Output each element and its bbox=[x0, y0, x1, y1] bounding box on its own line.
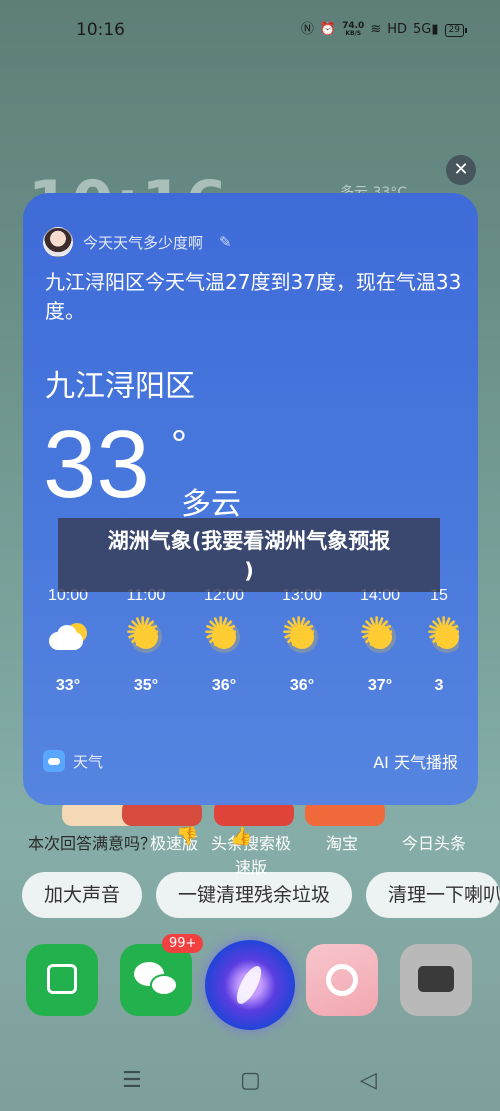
hour-item: 14:00 37° bbox=[341, 587, 419, 695]
weather-condition: 多云 bbox=[181, 487, 241, 522]
hour-temp: 33° bbox=[55, 677, 81, 694]
current-temperature: 33 bbox=[43, 411, 150, 518]
hour-temp: 37° bbox=[367, 677, 393, 694]
thumbs-down-icon[interactable]: 👎 bbox=[176, 826, 198, 847]
keyboard-icon[interactable] bbox=[400, 944, 472, 1016]
close-button[interactable]: ✕ bbox=[446, 155, 476, 185]
home-icon[interactable]: ▢ bbox=[240, 1068, 261, 1093]
hour-temp: 36° bbox=[211, 677, 237, 694]
thumbs-up-icon[interactable]: 👍 bbox=[230, 826, 252, 847]
hour-item: 11:00 35° bbox=[107, 587, 185, 695]
hour-temp: 35° bbox=[133, 677, 159, 694]
suggestion-chip[interactable]: 一键清理残余垃圾 bbox=[156, 872, 353, 918]
nfc-icon: Ⓝ bbox=[300, 22, 314, 37]
weather-app-tag[interactable]: 天气 bbox=[43, 750, 103, 772]
alarm-icon: ⏰ bbox=[319, 22, 337, 37]
signal-icon: 5G▮ bbox=[413, 22, 439, 37]
wechat-icon[interactable] bbox=[120, 944, 192, 1016]
avatar bbox=[43, 227, 73, 257]
edit-icon[interactable]: ✎ bbox=[219, 233, 232, 251]
weather-answer-card[interactable]: 今天天气多少度啊 ✎ 九江浔阳区今天气温27度到37度，现在气温33度。 九江浔… bbox=[23, 193, 478, 805]
hour-item: 13:00 36° bbox=[263, 587, 341, 695]
overlay-line-1: 湖洲气象(我要看湖州气象预报 bbox=[107, 529, 391, 553]
hourly-forecast[interactable]: 10:00 33° 11:00 35° 12:00 36° 13:00 36° … bbox=[23, 587, 478, 697]
city-name: 九江浔阳区 bbox=[45, 369, 195, 404]
sun-icon bbox=[419, 612, 459, 667]
hour-temp: 36° bbox=[289, 677, 315, 694]
wifi-icon: ≋ bbox=[370, 22, 382, 37]
home-phone-icon[interactable] bbox=[26, 944, 98, 1016]
app-label[interactable]: 今日头条 bbox=[402, 830, 466, 854]
suggestion-chip[interactable]: 加大声音 bbox=[22, 872, 143, 918]
hd-icon: HD bbox=[387, 22, 408, 37]
battery-icon: 29 bbox=[444, 23, 468, 37]
status-time: 10:16 bbox=[76, 20, 125, 40]
hour-item: 12:00 36° bbox=[185, 587, 263, 695]
degree-symbol: ° bbox=[171, 423, 187, 467]
network-speed: 74.0 KB/S bbox=[342, 21, 365, 38]
query-text: 今天天气多少度啊 bbox=[83, 233, 204, 252]
back-icon[interactable]: ◁ bbox=[360, 1068, 377, 1093]
sun-icon bbox=[107, 612, 185, 667]
menu-icon[interactable]: ☰ bbox=[122, 1068, 142, 1093]
card-footer: 天气 AI 天气播报 bbox=[43, 749, 458, 773]
overlay-banner: 湖洲气象(我要看湖州气象预报 ) bbox=[58, 518, 440, 592]
navigation-bar: ☰ ▢ ◁ bbox=[0, 1052, 500, 1111]
hour-temp: 3 bbox=[434, 677, 444, 694]
notification-badge: 99+ bbox=[162, 934, 204, 953]
status-icons: Ⓝ ⏰ 74.0 KB/S ≋ HD 5G▮ 29 bbox=[300, 21, 468, 38]
voice-assistant-orb[interactable] bbox=[205, 940, 295, 1030]
status-bar: 10:16 Ⓝ ⏰ 74.0 KB/S ≋ HD 5G▮ 29 bbox=[0, 0, 500, 62]
sun-icon bbox=[185, 612, 263, 667]
hour-item: 10:00 33° bbox=[29, 587, 107, 695]
sun-icon bbox=[341, 612, 419, 667]
query-row: 今天天气多少度啊 ✎ bbox=[43, 227, 232, 257]
app-label[interactable]: 淘宝 bbox=[326, 830, 358, 854]
ai-broadcast-button[interactable]: AI 天气播报 bbox=[373, 749, 458, 773]
overlay-line-2: ) bbox=[244, 559, 254, 583]
weather-app-label: 天气 bbox=[73, 752, 104, 771]
camera-icon[interactable] bbox=[306, 944, 378, 1016]
partly-cloudy-icon bbox=[29, 617, 107, 667]
suggestion-chip[interactable]: 清理一下喇叭 bbox=[366, 872, 500, 918]
answer-text: 九江浔阳区今天气温27度到37度，现在气温33度。 bbox=[45, 270, 462, 323]
hour-item: 15 3 bbox=[419, 587, 459, 695]
feedback-prompt: 本次回答满意吗？ bbox=[28, 834, 157, 853]
sun-icon bbox=[263, 612, 341, 667]
weather-app-icon bbox=[43, 750, 65, 772]
